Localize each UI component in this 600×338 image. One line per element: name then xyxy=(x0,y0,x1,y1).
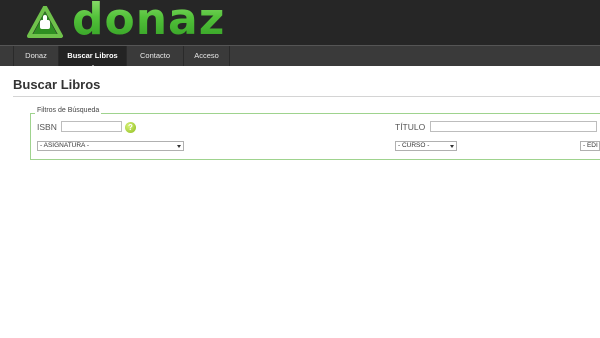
main-nav: Donaz Buscar Libros Contacto Acceso xyxy=(0,45,600,67)
chevron-down-icon xyxy=(177,145,181,148)
isbn-input[interactable] xyxy=(61,121,122,132)
nav-item-acceso[interactable]: Acceso xyxy=(184,46,230,66)
editorial-select[interactable]: - EDI xyxy=(580,141,600,151)
nav-item-donaz[interactable]: Donaz xyxy=(13,46,59,66)
curso-select-value: - CURSO - xyxy=(398,142,430,149)
page-title: Buscar Libros xyxy=(13,77,101,92)
asignatura-select-value: - ASIGNATURA - xyxy=(40,142,89,149)
titulo-label: TÍTULO xyxy=(395,122,426,132)
chevron-down-icon xyxy=(450,145,454,148)
title-divider xyxy=(13,96,600,97)
editorial-select-value: - EDI xyxy=(583,142,598,149)
nav-item-buscar-libros[interactable]: Buscar Libros xyxy=(59,46,127,67)
nav-item-contacto[interactable]: Contacto xyxy=(127,46,184,66)
filters-legend: Filtros de Búsqueda xyxy=(35,107,102,114)
help-question-icon[interactable]: ? xyxy=(125,122,136,133)
logo-text[interactable]: donaz xyxy=(72,0,225,45)
isbn-label: ISBN xyxy=(37,122,57,132)
curso-select[interactable]: - CURSO - xyxy=(395,141,457,151)
recycle-logo-icon xyxy=(27,6,63,38)
site-header: donaz xyxy=(0,0,600,45)
titulo-input[interactable] xyxy=(430,121,597,132)
asignatura-select[interactable]: - ASIGNATURA - xyxy=(37,141,184,151)
